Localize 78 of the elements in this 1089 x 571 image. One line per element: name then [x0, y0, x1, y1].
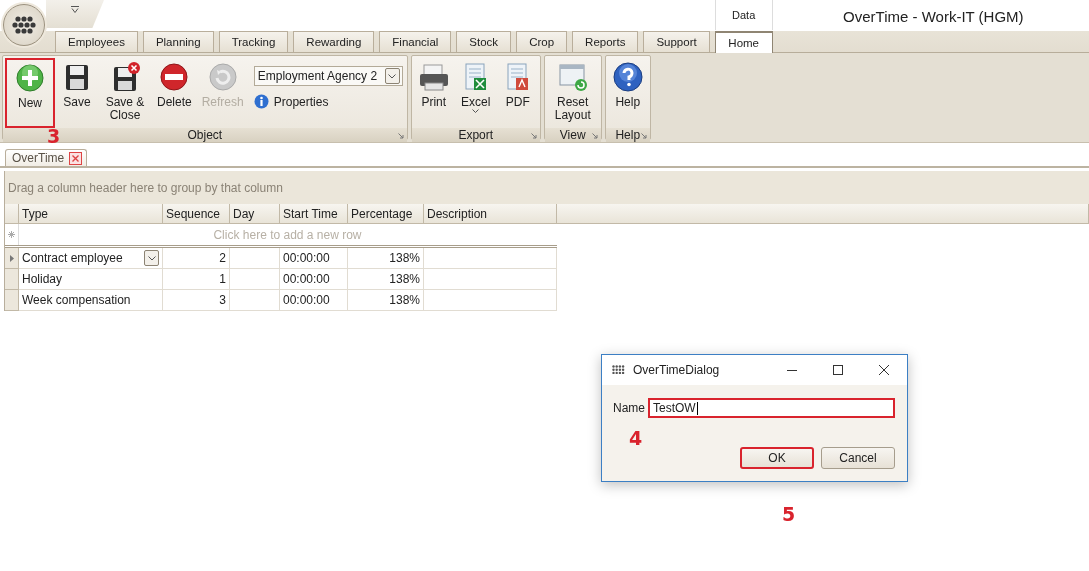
ribbon-tab[interactable]: Reports	[572, 31, 639, 52]
step-number: 5	[782, 505, 796, 524]
group-label: Export	[458, 128, 494, 142]
maximize-icon[interactable]	[833, 365, 843, 375]
remove-icon	[158, 61, 191, 93]
context-tab-label: Data	[714, 0, 773, 30]
table-cell: Week compensation	[19, 290, 163, 311]
toolbar-button[interactable]: New	[5, 58, 55, 128]
column-header[interactable]: Type	[19, 204, 163, 223]
table-cell	[230, 248, 280, 269]
table-cell: 2	[163, 248, 230, 269]
step-number: 4	[629, 429, 643, 448]
table-cell	[230, 269, 280, 290]
name-field[interactable]: TestOW	[648, 398, 895, 418]
table-cell: Holiday	[19, 269, 163, 290]
launcher-icon[interactable]	[530, 133, 537, 139]
add-icon	[14, 62, 46, 94]
dialog-title: OverTimeDialog	[633, 363, 721, 377]
caret-icon	[71, 6, 79, 13]
toolbar-button[interactable]: Reset Layout	[546, 58, 599, 128]
close-icon[interactable]	[879, 365, 889, 375]
dropdown-field[interactable]: Employment Agency 2	[253, 66, 403, 86]
ribbon-tab[interactable]: Planning	[142, 31, 214, 52]
dialog-button[interactable]: OK	[740, 447, 814, 469]
toolbar-button[interactable]: Delete	[153, 58, 196, 128]
column-header[interactable]: Description	[424, 204, 557, 223]
ribbon-tab[interactable]: Stock	[456, 31, 512, 52]
table-cell: 1	[163, 269, 230, 290]
properties-button[interactable]: Properties	[253, 94, 403, 109]
column-header[interactable]: Day	[230, 204, 280, 223]
table-cell: 00:00:00	[280, 290, 348, 311]
ribbon-tab[interactable]: Rewarding	[293, 31, 375, 52]
dialog-button[interactable]: Cancel	[821, 447, 895, 469]
field-label: Name	[613, 401, 645, 415]
column-header[interactable]: Percentage	[348, 204, 424, 223]
chevron-down-icon	[388, 73, 397, 79]
document-tab[interactable]: OverTime	[5, 149, 88, 166]
ribbon-tab[interactable]: Employees	[55, 31, 138, 52]
toolbar-button[interactable]: Excel	[455, 58, 496, 128]
info-icon	[253, 94, 269, 109]
toolbar-button[interactable]: PDF	[497, 58, 538, 128]
step-number: 3	[47, 127, 61, 146]
window-icon	[556, 61, 589, 93]
table-cell	[230, 290, 280, 311]
ribbon-tab[interactable]: Support	[643, 31, 710, 52]
triangle-right-icon	[9, 254, 14, 262]
help-icon	[611, 61, 644, 93]
dots-icon	[612, 365, 625, 375]
column-header[interactable]: Start Time	[280, 204, 348, 223]
ribbon-tab[interactable]: Crop	[516, 31, 568, 52]
window-title: OverTime - Work-IT (HGM)	[842, 7, 1025, 25]
table-cell: 3	[163, 290, 230, 311]
asterisk-icon	[8, 231, 15, 238]
table-cell: 138%	[348, 248, 424, 269]
table-cell: 138%	[348, 290, 424, 311]
toolbar-button[interactable]: Save & Close	[99, 58, 151, 128]
launcher-icon[interactable]	[397, 133, 404, 139]
toolbar-button[interactable]: Save	[57, 58, 97, 128]
cell-dropdown[interactable]: Contract employee	[19, 248, 163, 269]
row-indicator[interactable]	[5, 248, 19, 269]
column-header[interactable]: Sequence	[163, 204, 230, 223]
table-cell: 138%	[348, 269, 424, 290]
table-cell: 00:00:00	[280, 248, 348, 269]
chevron-down-icon	[147, 255, 156, 261]
printer-icon	[417, 61, 450, 93]
group-label: Object	[187, 128, 223, 142]
ribbon-tab[interactable]: Financial	[379, 31, 452, 52]
toolbar-button[interactable]: Print	[413, 58, 454, 128]
table-cell: 00:00:00	[280, 269, 348, 290]
launcher-icon[interactable]	[591, 133, 598, 139]
group-label: Help	[615, 128, 641, 142]
app-menu-button[interactable]	[3, 4, 45, 46]
ribbon-tab[interactable]: Tracking	[218, 31, 289, 52]
group-label: View	[559, 128, 586, 142]
ribbon-tab[interactable]: Home	[714, 31, 773, 53]
launcher-icon[interactable]	[640, 133, 647, 139]
refresh-icon	[206, 61, 239, 93]
group-by-hint: Drag a column header here to group by that column	[8, 180, 283, 195]
